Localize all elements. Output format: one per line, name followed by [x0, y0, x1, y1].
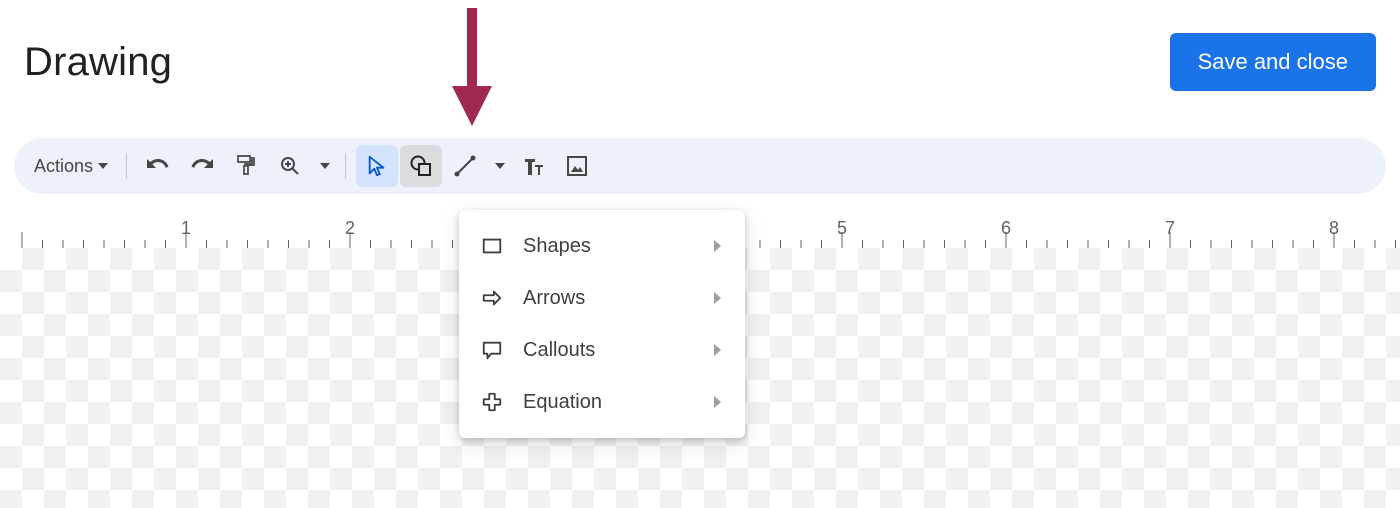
separator: [345, 153, 346, 179]
submenu-arrow-icon: [714, 344, 721, 356]
line-group: [444, 145, 510, 187]
svg-text:8: 8: [1329, 218, 1339, 238]
callout-icon: [479, 339, 505, 361]
separator: [126, 153, 127, 179]
line-tool-button[interactable]: [444, 145, 486, 187]
menu-item-arrows[interactable]: Arrows: [459, 272, 745, 324]
caret-down-icon: [98, 163, 108, 169]
plus-icon: [479, 391, 505, 413]
image-icon: [565, 154, 589, 178]
paint-roller-icon: [234, 154, 258, 178]
image-tool-button[interactable]: [556, 145, 598, 187]
dialog-title: Drawing: [24, 40, 172, 85]
line-dropdown-button[interactable]: [488, 145, 510, 187]
menu-item-label: Arrows: [523, 287, 696, 310]
cursor-icon: [366, 155, 388, 177]
rectangle-icon: [479, 235, 505, 257]
toolbar: Actions: [14, 138, 1386, 194]
line-icon: [453, 154, 477, 178]
redo-icon: [190, 154, 214, 178]
shape-tool-button[interactable]: [400, 145, 442, 187]
undo-button[interactable]: [137, 145, 179, 187]
select-tool-button[interactable]: [356, 145, 398, 187]
dialog-header: Drawing Save and close: [0, 0, 1400, 100]
svg-text:6: 6: [1001, 218, 1011, 238]
redo-button[interactable]: [181, 145, 223, 187]
menu-item-label: Equation: [523, 391, 696, 414]
annotation-arrow-icon: [442, 8, 502, 126]
textbox-tool-button[interactable]: [512, 145, 554, 187]
svg-text:1: 1: [181, 218, 191, 238]
undo-icon: [146, 154, 170, 178]
svg-text:5: 5: [837, 218, 847, 238]
zoom-dropdown-button[interactable]: [313, 145, 335, 187]
zoom-button[interactable]: [269, 145, 311, 187]
menu-item-equation[interactable]: Equation: [459, 376, 745, 428]
zoom-group: [269, 145, 335, 187]
svg-text:2: 2: [345, 218, 355, 238]
text-icon: [521, 154, 545, 178]
menu-item-label: Shapes: [523, 235, 696, 258]
submenu-arrow-icon: [714, 292, 721, 304]
actions-menu-button[interactable]: Actions: [26, 150, 116, 183]
menu-item-label: Callouts: [523, 339, 696, 362]
shape-dropdown-menu: Shapes Arrows Callouts Equation: [459, 210, 745, 438]
svg-text:7: 7: [1165, 218, 1175, 238]
submenu-arrow-icon: [714, 396, 721, 408]
zoom-icon: [278, 154, 302, 178]
caret-down-icon: [495, 163, 505, 169]
menu-item-callouts[interactable]: Callouts: [459, 324, 745, 376]
submenu-arrow-icon: [714, 240, 721, 252]
paint-format-button[interactable]: [225, 145, 267, 187]
save-and-close-button[interactable]: Save and close: [1170, 33, 1376, 91]
shape-icon: [409, 154, 433, 178]
actions-label: Actions: [34, 156, 93, 177]
menu-item-shapes[interactable]: Shapes: [459, 220, 745, 272]
caret-down-icon: [320, 163, 330, 169]
arrow-right-icon: [479, 287, 505, 309]
